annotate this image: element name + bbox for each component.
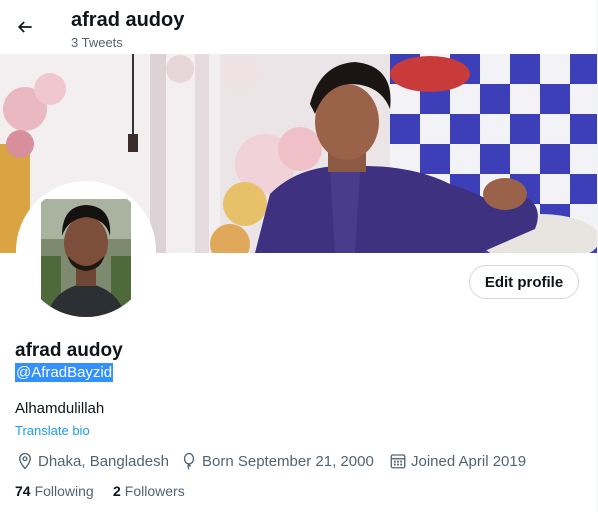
- following-link[interactable]: 74 Following: [15, 483, 94, 499]
- joined-text: Joined April 2019: [411, 452, 527, 470]
- followers-link[interactable]: 2 Followers: [113, 483, 185, 499]
- profile-birthdate: Born September 21, 2000: [180, 451, 374, 471]
- profile-joined: Joined April 2019: [389, 451, 526, 471]
- profile-header: afrad audoy 3 Tweets: [0, 0, 598, 53]
- tweet-count: 3 Tweets: [71, 35, 123, 50]
- followers-count: 2: [113, 483, 121, 499]
- location-pin-icon: [19, 452, 31, 470]
- edit-profile-button[interactable]: Edit profile: [469, 265, 579, 299]
- birthdate-text: Born September 21, 2000: [202, 452, 374, 470]
- following-count: 74: [15, 483, 31, 499]
- profile-avatar[interactable]: [16, 181, 156, 321]
- back-button[interactable]: [10, 12, 40, 42]
- header-title: afrad audoy: [71, 9, 185, 31]
- profile-name: afrad audoy: [15, 340, 123, 361]
- profile-handle: @AfradBayzid: [15, 363, 114, 382]
- profile-location: Dhaka, Bangladesh: [16, 451, 169, 471]
- followers-label: Followers: [124, 483, 185, 499]
- calendar-icon: [390, 454, 406, 469]
- translate-bio-link[interactable]: Translate bio: [15, 423, 90, 438]
- balloon-icon: [183, 452, 195, 470]
- location-text: Dhaka, Bangladesh: [38, 452, 169, 470]
- profile-bio: Alhamdulillah: [15, 400, 105, 417]
- following-label: Following: [34, 483, 94, 499]
- arrow-left-icon: [17, 21, 32, 33]
